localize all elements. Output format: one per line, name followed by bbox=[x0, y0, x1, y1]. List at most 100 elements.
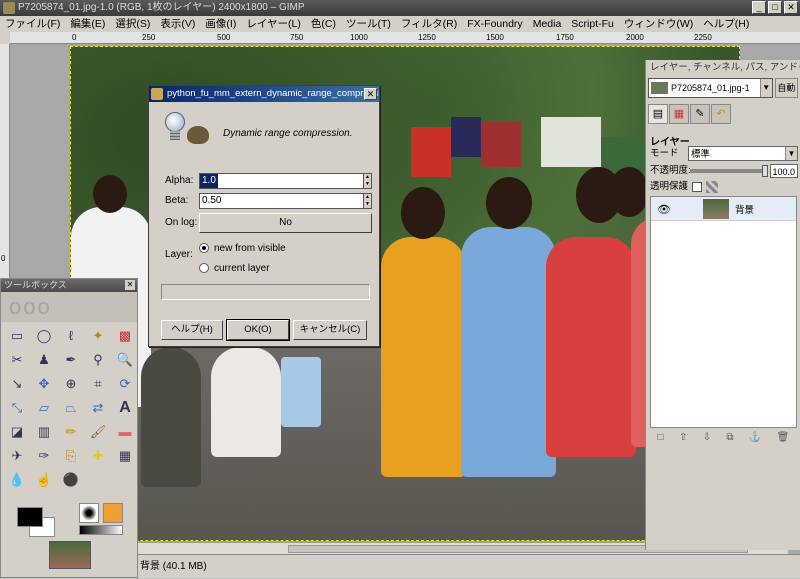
menu-filters[interactable]: フィルタ(R) bbox=[396, 16, 462, 32]
active-image-thumbnail[interactable] bbox=[49, 541, 91, 569]
shear-icon[interactable]: ▱ bbox=[31, 396, 57, 419]
crop-icon[interactable]: ⌗ bbox=[85, 372, 111, 395]
menu-script-fu[interactable]: Script-Fu bbox=[566, 16, 619, 32]
beta-spinner[interactable]: ▲ ▼ bbox=[363, 193, 372, 209]
tab-layers-icon[interactable]: ▤ bbox=[648, 104, 668, 124]
minimize-button[interactable]: _ bbox=[752, 1, 766, 14]
radio-button-selected[interactable] bbox=[199, 243, 209, 253]
radio-current-layer[interactable]: current layer bbox=[199, 258, 286, 278]
alpha-spinner[interactable]: ▲ ▼ bbox=[363, 173, 372, 189]
cancel-button[interactable]: キャンセル(C) bbox=[293, 320, 367, 340]
eraser-icon[interactable]: ▬ bbox=[112, 420, 138, 443]
foreground-select-icon[interactable]: ♟ bbox=[31, 348, 57, 371]
flip-icon[interactable]: ⇄ bbox=[85, 396, 111, 419]
heal-icon[interactable]: ✚ bbox=[85, 444, 111, 467]
lasso-icon[interactable]: ℓ bbox=[58, 324, 84, 347]
eye-icon[interactable]: 👁 bbox=[657, 203, 671, 216]
text-icon[interactable]: A bbox=[112, 396, 138, 419]
opacity-slider[interactable] bbox=[690, 169, 765, 173]
airbrush-icon[interactable]: ✈ bbox=[4, 444, 30, 467]
beta-input[interactable]: 0.50 bbox=[199, 193, 363, 209]
ok-button[interactable]: OK(O) bbox=[226, 319, 290, 341]
delete-layer-icon[interactable]: 🗑 bbox=[777, 432, 790, 448]
align-icon[interactable]: ⊕ bbox=[58, 372, 84, 395]
scale-icon[interactable]: ⤡ bbox=[4, 396, 30, 419]
foreground-color-swatch[interactable] bbox=[17, 507, 43, 527]
menu-help[interactable]: ヘルプ(H) bbox=[698, 16, 754, 32]
lower-layer-icon[interactable]: ⇩ bbox=[703, 432, 711, 448]
opacity-value[interactable]: 100.0 bbox=[770, 164, 798, 178]
onlog-toggle[interactable]: No bbox=[199, 213, 372, 233]
paths-icon[interactable]: ✒ bbox=[58, 348, 84, 371]
help-button[interactable]: ヘルプ(H) bbox=[161, 320, 223, 340]
anchor-layer-icon[interactable]: ⚓ bbox=[749, 432, 761, 448]
close-icon[interactable]: ✕ bbox=[125, 280, 135, 290]
tab-undo-icon[interactable]: ↶ bbox=[711, 104, 731, 124]
radio-new-from-visible[interactable]: new from visible bbox=[199, 238, 286, 258]
menu-media[interactable]: Media bbox=[528, 16, 567, 32]
ellipse-select-icon[interactable]: ◯ bbox=[31, 324, 57, 347]
festival-stall bbox=[481, 122, 521, 167]
chevron-down-icon[interactable]: ▼ bbox=[785, 147, 797, 160]
blend-icon[interactable]: ▥ bbox=[31, 420, 57, 443]
brush-preview[interactable] bbox=[79, 503, 99, 523]
new-layer-icon[interactable]: □ bbox=[658, 432, 664, 448]
gradient-preview[interactable] bbox=[79, 525, 123, 535]
menu-select[interactable]: 選択(S) bbox=[110, 16, 155, 32]
window-controls: _ □ ✕ bbox=[752, 1, 798, 14]
pencil-icon[interactable]: ✏ bbox=[58, 420, 84, 443]
maximize-button[interactable]: □ bbox=[768, 1, 782, 14]
paintbrush-icon[interactable]: 🖌 bbox=[85, 420, 111, 443]
blur-icon[interactable]: 💧 bbox=[4, 468, 30, 491]
person-figure bbox=[211, 347, 281, 457]
auto-button[interactable]: 自動 bbox=[774, 78, 798, 98]
menu-windows[interactable]: ウィンドウ(W) bbox=[619, 16, 698, 32]
menu-layer[interactable]: レイヤー(L) bbox=[241, 16, 306, 32]
dialog-close-button[interactable]: ✕ bbox=[364, 88, 377, 100]
duplicate-layer-icon[interactable]: ⧉ bbox=[726, 432, 733, 448]
perspective-icon[interactable]: ⏢ bbox=[58, 396, 84, 419]
layer-label: Layer: bbox=[165, 249, 193, 260]
menu-tools[interactable]: ツール(T) bbox=[341, 16, 396, 32]
scissors-icon[interactable]: ✂ bbox=[4, 348, 30, 371]
color-swatches[interactable] bbox=[13, 503, 63, 539]
color-picker-icon[interactable]: ⚲ bbox=[85, 348, 111, 371]
measure-icon[interactable]: ↘ bbox=[4, 372, 30, 395]
chevron-down-icon[interactable]: ▼ bbox=[759, 79, 772, 97]
layer-row[interactable]: 👁 背景 bbox=[651, 197, 796, 221]
bucket-fill-icon[interactable]: ◪ bbox=[4, 420, 30, 443]
progress-bar bbox=[161, 284, 370, 300]
smudge-icon[interactable]: ☝ bbox=[31, 468, 57, 491]
opacity-slider-handle[interactable] bbox=[762, 165, 768, 177]
tab-channels-icon[interactable]: ▦ bbox=[669, 104, 689, 124]
move-icon[interactable]: ✥ bbox=[31, 372, 57, 395]
dodge-burn-icon[interactable]: ⚫ bbox=[58, 468, 84, 491]
radio-button[interactable] bbox=[199, 263, 209, 273]
tab-paths-icon[interactable]: ✎ bbox=[690, 104, 710, 124]
bulb-base bbox=[170, 131, 180, 140]
image-selector[interactable]: P7205874_01.jpg-1 ▼ bbox=[648, 78, 773, 98]
opacity-row: 不透明度: 100.0 bbox=[650, 164, 798, 178]
raise-layer-icon[interactable]: ⇧ bbox=[679, 432, 687, 448]
ruler-corner[interactable] bbox=[0, 32, 10, 44]
menu-image[interactable]: 画像(I) bbox=[200, 16, 241, 32]
perspective-clone-icon[interactable]: ▦ bbox=[112, 444, 138, 467]
ink-icon[interactable]: ✑ bbox=[31, 444, 57, 467]
close-button[interactable]: ✕ bbox=[784, 1, 798, 14]
lock-alpha-checkbox[interactable] bbox=[692, 182, 703, 192]
alpha-input[interactable]: 1.0 bbox=[199, 173, 363, 189]
clone-icon[interactable]: ⎘ bbox=[58, 444, 84, 467]
rotate-icon[interactable]: ⟳ bbox=[112, 372, 138, 395]
menu-fx-foundry[interactable]: FX-Foundry bbox=[462, 16, 527, 32]
zoom-icon[interactable]: 🔍 bbox=[112, 348, 138, 371]
pattern-preview[interactable] bbox=[103, 503, 123, 523]
menu-file[interactable]: ファイル(F) bbox=[0, 16, 65, 32]
mode-select[interactable]: 標準 ▼ bbox=[688, 146, 798, 161]
menu-view[interactable]: 表示(V) bbox=[155, 16, 200, 32]
layer-radio-group: new from visible current layer bbox=[199, 238, 286, 278]
rect-select-icon[interactable]: ▭ bbox=[4, 324, 30, 347]
menu-edit[interactable]: 編集(E) bbox=[65, 16, 110, 32]
menu-colors[interactable]: 色(C) bbox=[306, 16, 341, 32]
color-select-icon[interactable]: ▩ bbox=[112, 324, 138, 347]
fuzzy-select-icon[interactable]: ✦ bbox=[85, 324, 111, 347]
